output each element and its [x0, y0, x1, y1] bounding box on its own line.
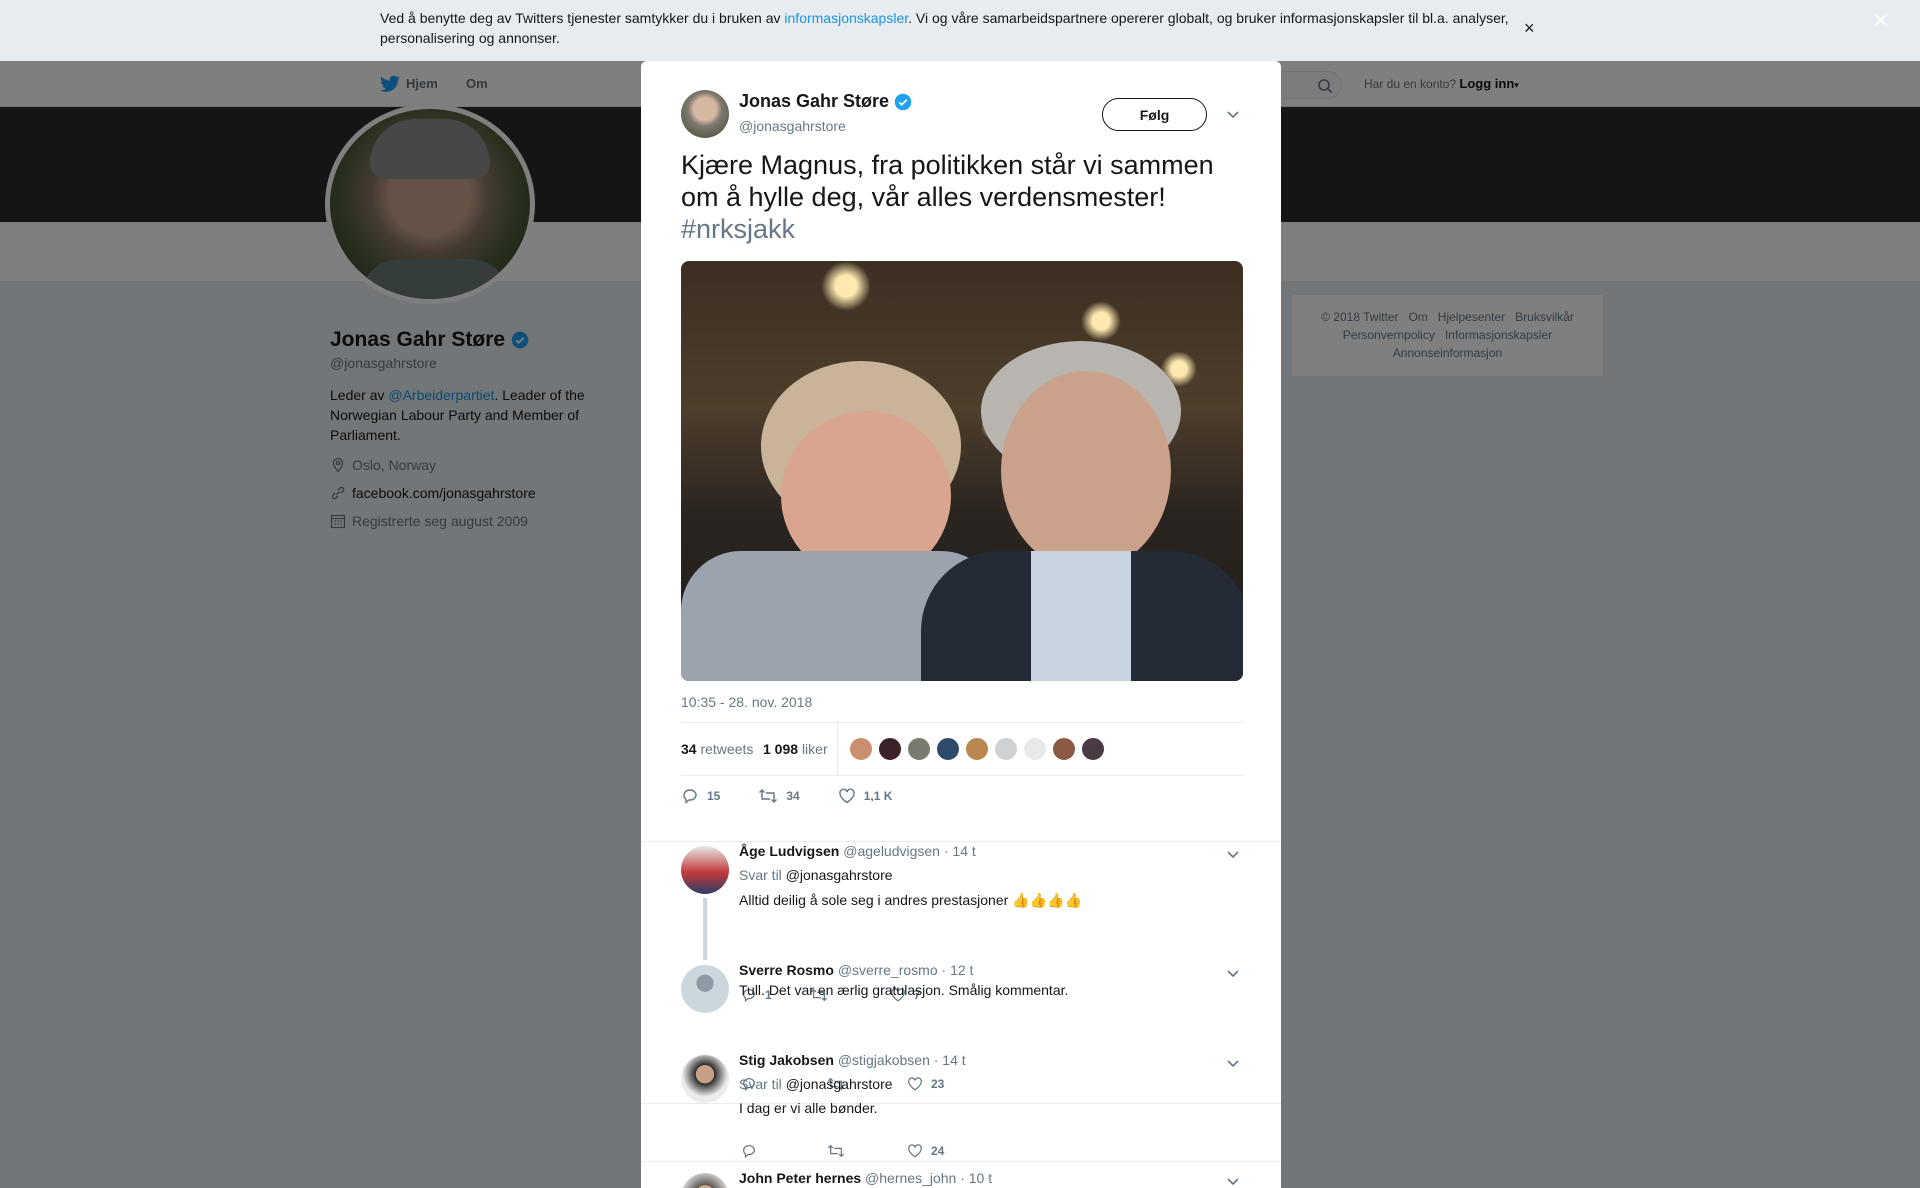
reply-button[interactable]: [741, 1143, 765, 1159]
reply-time[interactable]: · 10 t: [960, 1170, 992, 1186]
tweet-author-name-text: Jonas Gahr Støre: [739, 91, 890, 111]
reply-header: Åge Ludvigsen @ageludvigsen · 14 t: [739, 843, 976, 859]
retweet-button[interactable]: [827, 1143, 853, 1159]
reply-divider: [641, 1103, 1281, 1104]
heart-icon: [908, 1077, 922, 1091]
hashtag-link[interactable]: #nrksjakk: [681, 214, 795, 244]
like-count: 23: [931, 1077, 945, 1091]
retweets-stat[interactable]: 34 retweets: [681, 741, 753, 757]
like-button[interactable]: 23: [907, 1076, 944, 1092]
reply-avatar[interactable]: [681, 1055, 729, 1103]
reply-author-handle[interactable]: @sverre_rosmo: [838, 962, 938, 978]
liker-avatar[interactable]: [994, 737, 1018, 761]
reply-to-line: Svar til @jonasgahrstore: [739, 1076, 893, 1092]
retweet-icon: [759, 789, 778, 803]
reply-header: Stig Jakobsen @stigjakobsen · 14 t: [739, 1052, 966, 1068]
reply-avatar[interactable]: [681, 1173, 729, 1188]
tweet-text: Kjære Magnus, fra politikken står vi sam…: [681, 149, 1251, 245]
reply-author-name[interactable]: John Peter hernes: [739, 1170, 861, 1186]
tweet-stats: 34 retweets 1 098 liker: [681, 722, 1243, 776]
tweet-author-avatar[interactable]: [681, 90, 729, 138]
reply-header: Sverre Rosmo @sverre_rosmo · 12 t: [739, 962, 973, 978]
reply-author-name[interactable]: Stig Jakobsen: [739, 1052, 834, 1068]
liker-avatar[interactable]: [878, 737, 902, 761]
reply-icon: [683, 789, 697, 804]
cookie-text: Ved å benytte deg av Twitters tjenester …: [380, 8, 1510, 48]
like-count: 1,1 K: [863, 789, 893, 803]
retweet-button[interactable]: 34: [758, 787, 800, 805]
reply-time[interactable]: · 14 t: [934, 1052, 966, 1068]
reply-to-line: Svar til @jonasgahrstore: [739, 867, 893, 883]
liker-avatar[interactable]: [907, 737, 931, 761]
liker-avatars: [849, 737, 1105, 761]
thread-line: [703, 898, 707, 960]
chevron-down-icon[interactable]: [1226, 107, 1240, 121]
reply-to-link[interactable]: @jonasgahrstore: [786, 1076, 893, 1092]
reply-text: Tull. Det var en ærlig gratulasjon. Smål…: [739, 982, 1069, 998]
tweet-modal: Jonas Gahr Støre @jonasgahrstore Følg Kj…: [641, 61, 1281, 1188]
reply-to-label: Svar til: [739, 867, 782, 883]
verified-icon: [894, 93, 912, 110]
reply-time[interactable]: · 12 t: [942, 962, 974, 978]
retweet-icon: [828, 1144, 844, 1158]
chevron-down-icon[interactable]: [1226, 847, 1240, 861]
retweets-stat-label: retweets: [700, 741, 754, 757]
reply-author-name[interactable]: Sverre Rosmo: [739, 962, 834, 978]
likes-stat-count: 1 098: [763, 741, 799, 757]
reply-count: 15: [707, 789, 721, 803]
cookie-text-start: Ved å benytte deg av Twitters tjenester …: [380, 10, 785, 26]
chevron-down-icon[interactable]: [1226, 966, 1240, 980]
reply-text: I dag er vi alle bønder.: [739, 1100, 878, 1116]
reply-icon: [743, 1145, 755, 1159]
liker-avatar[interactable]: [936, 737, 960, 761]
tweet-actions: 15 34 1,1 K: [681, 786, 930, 806]
tweet-timestamp[interactable]: 10:35 - 28. nov. 2018: [681, 694, 812, 710]
retweets-stat-count: 34: [681, 741, 697, 757]
liker-avatar[interactable]: [1023, 737, 1047, 761]
cookie-close-icon[interactable]: ×: [1524, 18, 1535, 38]
reply-actions: 24: [741, 1141, 982, 1161]
liker-avatar[interactable]: [1081, 737, 1105, 761]
reply-author-handle[interactable]: @ageludvigsen: [843, 843, 940, 859]
like-count: 24: [931, 1144, 945, 1158]
likes-stat[interactable]: 1 098 liker: [763, 741, 828, 757]
reply-avatar[interactable]: [681, 846, 729, 894]
liker-avatar[interactable]: [1052, 737, 1076, 761]
modal-close-icon[interactable]: ×: [1872, 6, 1890, 36]
tweet-author-handle[interactable]: @jonasgahrstore: [739, 118, 846, 134]
chevron-down-icon[interactable]: [1226, 1174, 1240, 1188]
heart-icon: [838, 788, 855, 804]
reply-avatar[interactable]: [681, 965, 729, 1013]
replies-divider: [641, 841, 1281, 842]
cookie-link[interactable]: informasjonskapsler: [784, 10, 908, 26]
liker-avatar[interactable]: [965, 737, 989, 761]
like-button[interactable]: 1,1 K: [838, 787, 893, 805]
liker-avatar[interactable]: [849, 737, 873, 761]
like-button[interactable]: 24: [907, 1143, 944, 1159]
reply-author-handle[interactable]: @hernes_john: [865, 1170, 956, 1186]
reply-to-label: Svar til: [739, 1076, 782, 1092]
stats-divider: [837, 723, 838, 775]
tweet-photo[interactable]: [681, 261, 1243, 681]
reply-text: Alltid deilig å sole seg i andres presta…: [739, 892, 1082, 908]
reply-time[interactable]: · 14 t: [944, 843, 976, 859]
heart-icon: [908, 1144, 922, 1158]
follow-button[interactable]: Følg: [1102, 98, 1207, 131]
reply-header: John Peter hernes @hernes_john · 10 t: [739, 1170, 992, 1186]
reply-author-handle[interactable]: @stigjakobsen: [838, 1052, 930, 1068]
tweet-author-name[interactable]: Jonas Gahr Støre: [739, 91, 912, 112]
reply-divider: [641, 1161, 1281, 1162]
tweet-text-body: Kjære Magnus, fra politikken står vi sam…: [681, 150, 1214, 212]
chevron-down-icon[interactable]: [1226, 1056, 1240, 1070]
reply-author-name[interactable]: Åge Ludvigsen: [739, 843, 839, 859]
reply-to-link[interactable]: @jonasgahrstore: [786, 867, 893, 883]
retweet-count: 34: [786, 789, 800, 803]
cookie-banner: Ved å benytte deg av Twitters tjenester …: [0, 0, 1920, 61]
reply-button[interactable]: 15: [681, 787, 720, 805]
likes-stat-label: liker: [801, 741, 828, 757]
